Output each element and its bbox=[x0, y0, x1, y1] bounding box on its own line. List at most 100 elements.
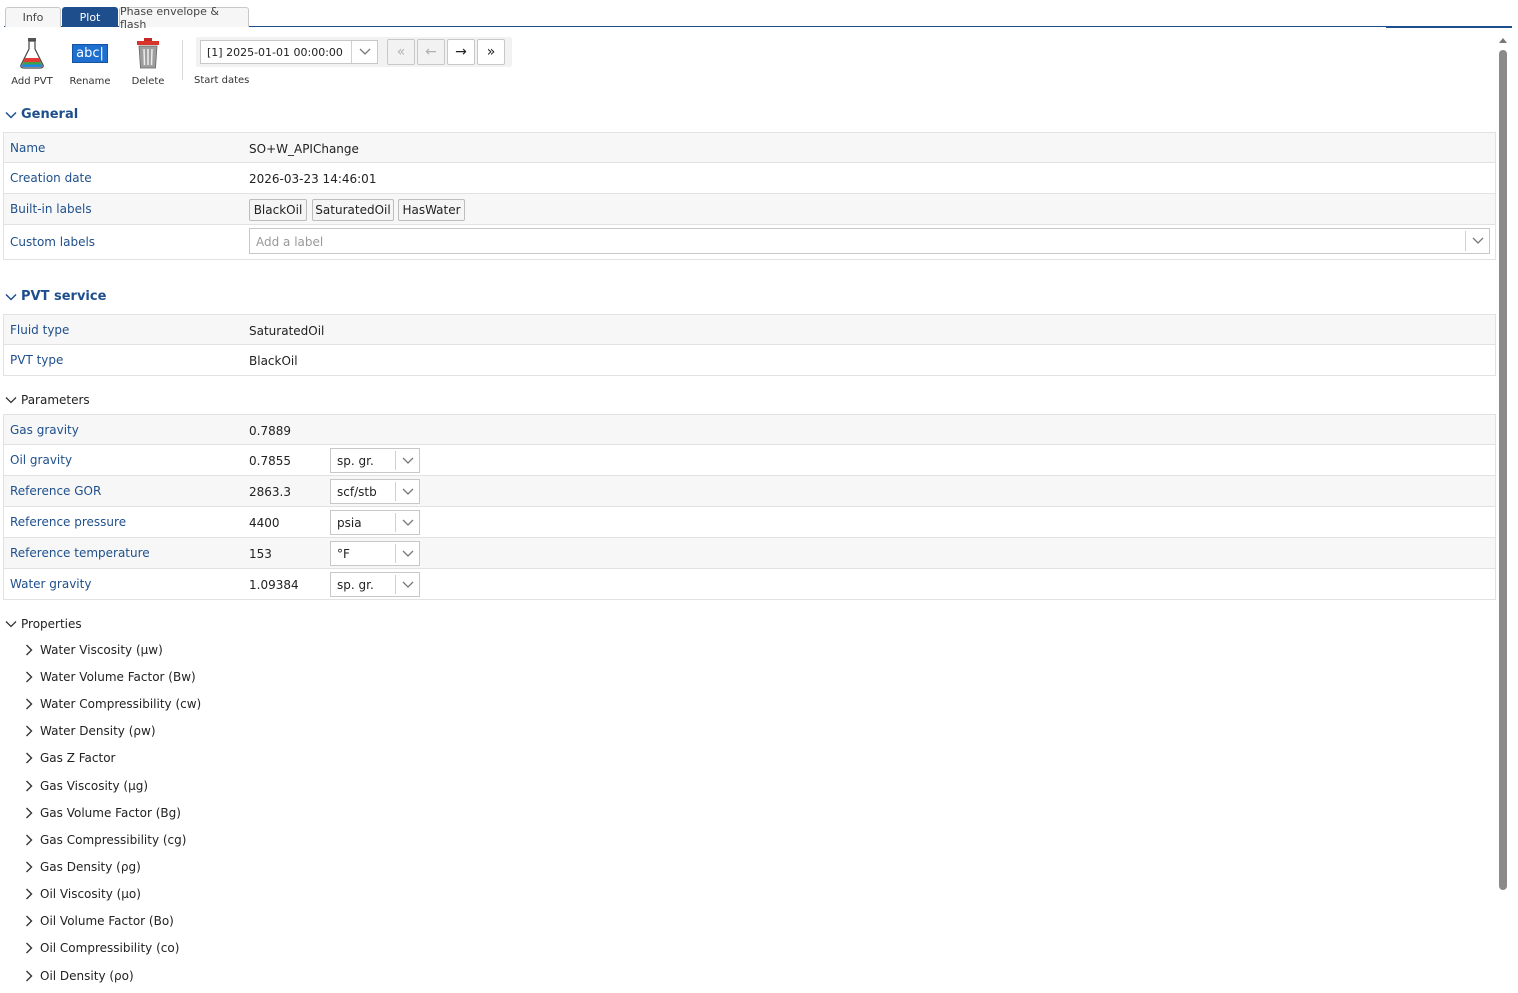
property-label: Water Viscosity (μw) bbox=[40, 643, 163, 657]
start-dates-label: Start dates bbox=[194, 75, 250, 86]
builtin-label-chip: HasWater bbox=[398, 199, 465, 221]
general-custom-labels-row: Custom labels Add a label bbox=[3, 225, 1496, 260]
property-item[interactable]: Gas Z Factor bbox=[25, 751, 116, 765]
reference-gor-label: Reference GOR bbox=[10, 484, 102, 498]
double-chevron-right-icon: » bbox=[486, 44, 496, 60]
chevron-right-icon bbox=[26, 644, 33, 656]
unit-value: scf/stb bbox=[337, 485, 377, 499]
flask-icon bbox=[7, 36, 57, 70]
property-item[interactable]: Water Density (ρw) bbox=[25, 724, 156, 738]
property-label: Gas Z Factor bbox=[40, 751, 116, 765]
tab-underline-accent bbox=[1386, 27, 1512, 28]
unit-value: °F bbox=[337, 547, 350, 561]
creation-date-value: 2026-03-23 14:46:01 bbox=[249, 172, 377, 186]
properties-title: Properties bbox=[21, 617, 82, 631]
property-item[interactable]: Oil Viscosity (μo) bbox=[25, 887, 141, 901]
pvt-type-row: PVT type BlackOil bbox=[3, 345, 1496, 376]
property-item[interactable]: Oil Density (ρo) bbox=[25, 969, 134, 983]
chevron-right-icon bbox=[26, 888, 33, 900]
reference-gor-unit-select[interactable]: scf/stb bbox=[330, 479, 420, 504]
chevron-right-icon bbox=[26, 942, 33, 954]
next-date-button[interactable]: → bbox=[447, 39, 475, 65]
reference-temperature-value[interactable]: 153 bbox=[249, 547, 272, 561]
scroll-up-icon[interactable] bbox=[1498, 36, 1508, 44]
parameter-row: Reference pressure 4400 psia bbox=[3, 507, 1496, 538]
unit-value: sp. gr. bbox=[337, 578, 374, 592]
property-label: Oil Viscosity (μo) bbox=[40, 887, 141, 901]
rename-button[interactable]: abc| Rename bbox=[65, 36, 115, 87]
fluid-type-row: Fluid type SaturatedOil bbox=[3, 314, 1496, 345]
oil-gravity-unit-select[interactable]: sp. gr. bbox=[330, 448, 420, 473]
start-date-value: [1] 2025-01-01 00:00:00 bbox=[207, 46, 343, 59]
reference-pressure-value[interactable]: 4400 bbox=[249, 516, 280, 530]
pvt-service-title: PVT service bbox=[21, 289, 107, 304]
chevron-right-icon bbox=[26, 671, 33, 683]
property-label: Gas Density (ρg) bbox=[40, 860, 141, 874]
vertical-scrollbar[interactable] bbox=[1496, 30, 1510, 993]
chevron-right-icon bbox=[26, 725, 33, 737]
general-section-header[interactable]: General bbox=[5, 107, 78, 122]
tab-info[interactable]: Info bbox=[5, 7, 61, 27]
property-item[interactable]: Water Viscosity (μw) bbox=[25, 643, 163, 657]
first-date-button[interactable]: « bbox=[387, 39, 415, 65]
custom-label-input[interactable]: Add a label bbox=[249, 228, 1490, 254]
property-label: Oil Compressibility (co) bbox=[40, 941, 180, 955]
water-gravity-label: Water gravity bbox=[10, 577, 92, 591]
property-label: Water Density (ρw) bbox=[40, 724, 156, 738]
pvt-service-section-header[interactable]: PVT service bbox=[5, 289, 106, 304]
fluid-type-value: SaturatedOil bbox=[249, 324, 325, 338]
water-gravity-unit-select[interactable]: sp. gr. bbox=[330, 572, 420, 597]
last-date-button[interactable]: » bbox=[477, 39, 505, 65]
chevron-right-icon bbox=[26, 915, 33, 927]
reference-pressure-unit-select[interactable]: psia bbox=[330, 510, 420, 535]
parameters-section-header[interactable]: Parameters bbox=[5, 393, 90, 407]
parameter-row: Water gravity 1.09384 sp. gr. bbox=[3, 569, 1496, 600]
double-chevron-left-icon: « bbox=[396, 44, 406, 60]
property-item[interactable]: Water Compressibility (cw) bbox=[25, 697, 201, 711]
property-label: Gas Viscosity (μg) bbox=[40, 779, 149, 793]
chevron-right-icon bbox=[26, 807, 33, 819]
reference-gor-value[interactable]: 2863.3 bbox=[249, 485, 291, 499]
tab-phase-envelope[interactable]: Phase envelope & flash bbox=[119, 5, 249, 31]
creation-date-label: Creation date bbox=[10, 171, 92, 185]
chevron-down-icon bbox=[395, 513, 419, 532]
oil-gravity-value[interactable]: 0.7855 bbox=[249, 454, 291, 468]
reference-temperature-label: Reference temperature bbox=[10, 546, 150, 560]
water-gravity-value[interactable]: 1.09384 bbox=[249, 578, 299, 592]
general-creation-row: Creation date 2026-03-23 14:46:01 bbox=[3, 163, 1496, 194]
reference-pressure-label: Reference pressure bbox=[10, 515, 127, 529]
delete-button[interactable]: Delete bbox=[123, 36, 173, 87]
chevron-right-icon bbox=[26, 861, 33, 873]
pvt-type-value: BlackOil bbox=[249, 354, 298, 368]
chevron-down-icon bbox=[395, 544, 419, 563]
property-label: Oil Density (ρo) bbox=[40, 969, 134, 983]
property-item[interactable]: Gas Volume Factor (Bg) bbox=[25, 806, 181, 820]
trash-icon bbox=[123, 36, 173, 70]
fluid-type-label: Fluid type bbox=[10, 323, 70, 337]
chevron-right-icon bbox=[26, 780, 33, 792]
scrollbar-thumb[interactable] bbox=[1499, 50, 1507, 890]
start-date-select[interactable]: [1] 2025-01-01 00:00:00 bbox=[200, 40, 378, 64]
property-item[interactable]: Water Volume Factor (Bw) bbox=[25, 670, 196, 684]
properties-section-header[interactable]: Properties bbox=[5, 617, 82, 631]
chevron-down-icon bbox=[5, 621, 17, 628]
oil-gravity-label: Oil gravity bbox=[10, 453, 73, 467]
property-item[interactable]: Oil Volume Factor (Bo) bbox=[25, 914, 174, 928]
name-label: Name bbox=[10, 141, 46, 155]
property-item[interactable]: Gas Viscosity (μg) bbox=[25, 779, 148, 793]
gas-gravity-value[interactable]: 0.7889 bbox=[249, 424, 291, 438]
property-item[interactable]: Gas Compressibility (cg) bbox=[25, 833, 186, 847]
pvt-type-label: PVT type bbox=[10, 353, 64, 367]
gas-gravity-label: Gas gravity bbox=[10, 423, 79, 437]
add-pvt-label: Add PVT bbox=[11, 76, 53, 87]
tab-plot[interactable]: Plot bbox=[62, 7, 118, 27]
rename-label: Rename bbox=[69, 76, 111, 87]
reference-temperature-unit-select[interactable]: °F bbox=[330, 541, 420, 566]
chevron-down-icon bbox=[351, 41, 377, 63]
property-item[interactable]: Gas Density (ρg) bbox=[25, 860, 141, 874]
previous-date-button[interactable]: ← bbox=[417, 39, 445, 65]
builtin-labels-label: Built-in labels bbox=[10, 202, 92, 216]
add-pvt-button[interactable]: Add PVT bbox=[7, 36, 57, 87]
property-item[interactable]: Oil Compressibility (co) bbox=[25, 941, 179, 955]
chevron-down-icon bbox=[1465, 231, 1489, 251]
